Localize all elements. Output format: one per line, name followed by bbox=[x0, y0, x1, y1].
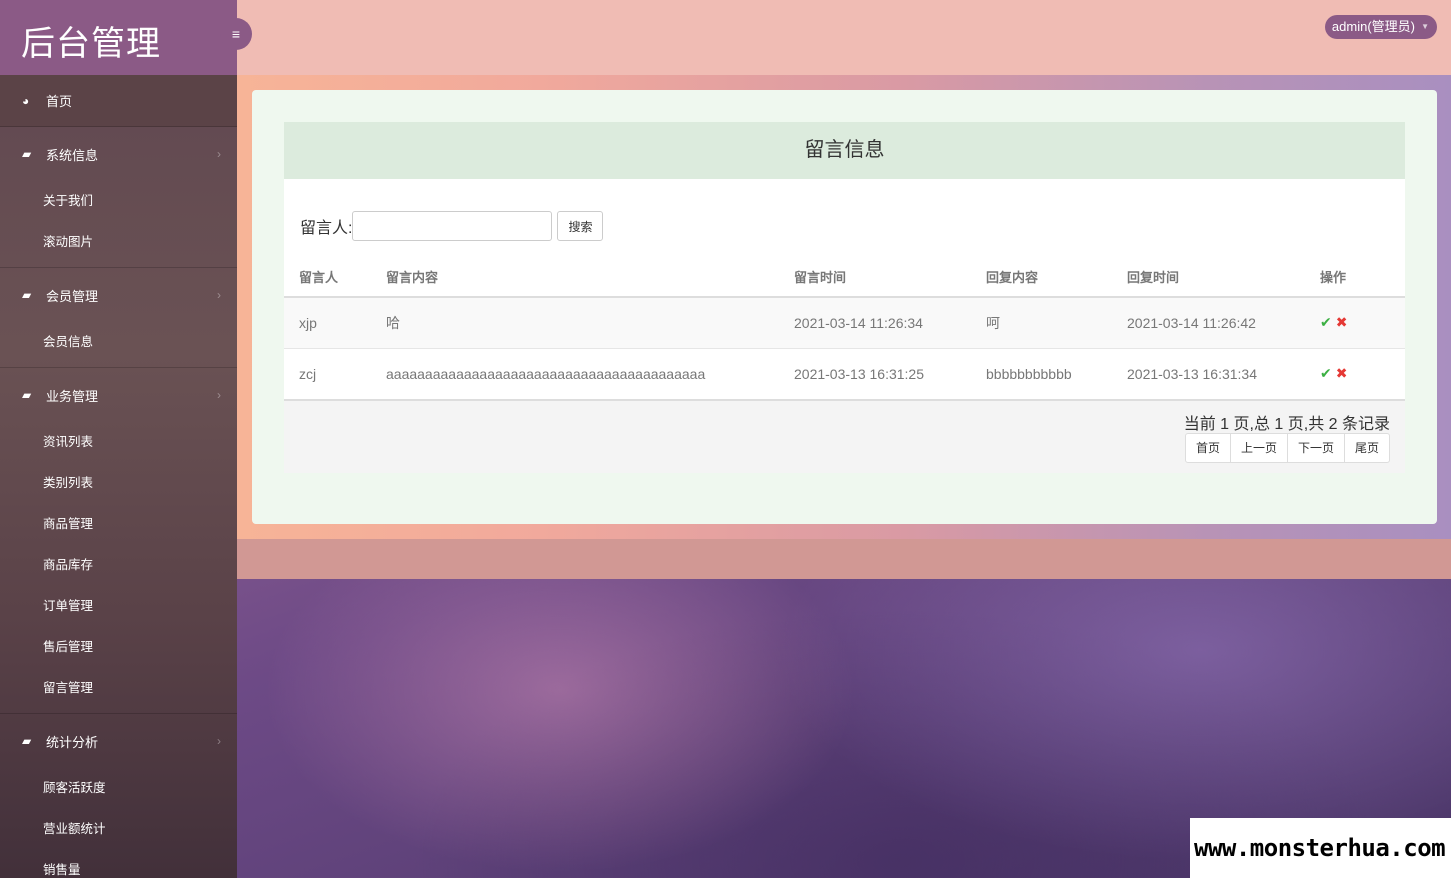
book-icon: ▰ bbox=[22, 288, 32, 302]
col-header-reply-time: 回复时间 bbox=[1112, 257, 1305, 298]
cell-reply: bbbbbbbbbbb bbox=[971, 347, 1112, 399]
pagination-info: 当前 1 页,总 1 页,共 2 条记录 bbox=[1183, 416, 1390, 433]
sidebar-item-orders[interactable]: 订单管理 bbox=[0, 586, 237, 627]
cell-content: 哈 bbox=[371, 296, 779, 348]
sidebar-group-business: ▰ 业务管理 › 资讯列表 类别列表 商品管理 商品库存 订单管理 售后管理 留… bbox=[0, 368, 237, 714]
sidebar-group-head-members[interactable]: ▰ 会员管理 › bbox=[0, 268, 237, 322]
sidebar-item-home[interactable]: ◕ 首页 bbox=[0, 75, 237, 127]
sidebar-item-inventory[interactable]: 商品库存 bbox=[0, 545, 237, 586]
cell-time: 2021-03-13 16:31:25 bbox=[779, 347, 971, 399]
sidebar-item-carousel[interactable]: 滚动图片 bbox=[0, 222, 237, 263]
table-header-row: 留言人 留言内容 留言时间 回复内容 回复时间 操作 bbox=[284, 257, 1405, 298]
sidebar-group-head-business[interactable]: ▰ 业务管理 › bbox=[0, 368, 237, 422]
delete-icon[interactable]: ✖ bbox=[1336, 314, 1348, 330]
table-row: xjp 哈 2021-03-14 11:26:34 呵 2021-03-14 1… bbox=[284, 296, 1405, 348]
card-body: 留言人: 搜索 留言人 留言内容 留言时间 回复内容 回复时间 操作 xjp 哈… bbox=[284, 179, 1405, 399]
message-card: 留言信息 留言人: 搜索 留言人 留言内容 留言时间 回复内容 回复时间 操作 bbox=[284, 122, 1405, 473]
caret-down-icon: ▼ bbox=[1421, 22, 1429, 31]
sidebar-item-news[interactable]: 资讯列表 bbox=[0, 422, 237, 463]
first-page-button[interactable]: 首页 bbox=[1184, 433, 1231, 463]
page-title: 留言信息 bbox=[284, 122, 1405, 179]
sidebar-group-label: 统计分析 bbox=[46, 734, 99, 750]
sidebar-group-label: 会员管理 bbox=[46, 288, 99, 304]
chevron-right-icon: › bbox=[217, 147, 221, 161]
sidebar-item-categories[interactable]: 类别列表 bbox=[0, 463, 237, 504]
table-row: zcj aaaaaaaaaaaaaaaaaaaaaaaaaaaaaaaaaaaa… bbox=[284, 347, 1405, 399]
cell-time: 2021-03-14 11:26:34 bbox=[779, 296, 971, 348]
sidebar-group-stats: ▰ 统计分析 › 顾客活跃度 营业额统计 销售量 bbox=[0, 714, 237, 878]
cell-content: aaaaaaaaaaaaaaaaaaaaaaaaaaaaaaaaaaaaaaaa… bbox=[371, 347, 779, 399]
book-icon: ▰ bbox=[22, 734, 32, 748]
sidebar: 后台管理 ◕ 首页 ▰ 系统信息 › 关于我们 滚动图片 ▰ 会员管理 › 会员… bbox=[0, 0, 237, 878]
top-header: admin(管理员) ▼ bbox=[237, 0, 1451, 75]
search-button[interactable]: 搜索 bbox=[557, 211, 604, 241]
main-panel: 留言信息 留言人: 搜索 留言人 留言内容 留言时间 回复内容 回复时间 操作 bbox=[252, 90, 1437, 524]
sidebar-group-head-stats[interactable]: ▰ 统计分析 › bbox=[0, 714, 237, 768]
check-icon[interactable]: ✔ bbox=[1320, 314, 1332, 330]
app-title: 后台管理 bbox=[21, 24, 161, 64]
sidebar-item-products[interactable]: 商品管理 bbox=[0, 504, 237, 545]
logo: 后台管理 bbox=[0, 0, 237, 75]
hamburger-icon: ≡ bbox=[231, 26, 241, 42]
last-page-button[interactable]: 尾页 bbox=[1343, 433, 1390, 463]
cell-reply-time: 2021-03-14 11:26:42 bbox=[1112, 296, 1305, 348]
sidebar-group-head-system[interactable]: ▰ 系统信息 › bbox=[0, 127, 237, 181]
watermark: www.monsterhua.com bbox=[1190, 818, 1451, 878]
search-input[interactable] bbox=[352, 211, 553, 241]
menu-toggle-button[interactable]: ≡ bbox=[220, 18, 252, 50]
col-header-actions: 操作 bbox=[1305, 257, 1405, 298]
cell-actions: ✔ ✖ bbox=[1305, 296, 1405, 348]
user-name: admin(管理员) bbox=[1331, 19, 1415, 34]
prev-page-button[interactable]: 上一页 bbox=[1229, 433, 1288, 463]
cell-reply-time: 2021-03-13 16:31:34 bbox=[1112, 347, 1305, 399]
chevron-right-icon: › bbox=[217, 734, 221, 748]
sidebar-group-label: 业务管理 bbox=[46, 388, 99, 404]
sidebar-item-messages[interactable]: 留言管理 bbox=[0, 668, 237, 709]
dashboard-icon: ◕ bbox=[22, 93, 30, 108]
delete-icon[interactable]: ✖ bbox=[1336, 365, 1348, 381]
sidebar-item-after-sales[interactable]: 售后管理 bbox=[0, 627, 237, 668]
col-header-time: 留言时间 bbox=[779, 257, 971, 298]
book-icon: ▰ bbox=[22, 147, 32, 161]
chevron-right-icon: › bbox=[217, 388, 221, 402]
sidebar-item-sales[interactable]: 销售量 bbox=[0, 850, 237, 878]
col-header-content: 留言内容 bbox=[371, 257, 779, 298]
sidebar-item-revenue[interactable]: 营业额统计 bbox=[0, 809, 237, 850]
cell-user: xjp bbox=[284, 296, 371, 348]
sidebar-group-label: 系统信息 bbox=[46, 147, 99, 163]
next-page-button[interactable]: 下一页 bbox=[1286, 433, 1345, 463]
sidebar-item-member-info[interactable]: 会员信息 bbox=[0, 322, 237, 363]
cell-reply: 呵 bbox=[971, 296, 1112, 348]
book-icon: ▰ bbox=[22, 388, 32, 402]
col-header-user: 留言人 bbox=[284, 257, 371, 298]
pagination-buttons: 首页 上一页 下一页 尾页 bbox=[1184, 433, 1390, 463]
search-row: 留言人: 搜索 bbox=[284, 179, 1405, 257]
col-header-reply: 回复内容 bbox=[971, 257, 1112, 298]
cell-user: zcj bbox=[284, 347, 371, 399]
sidebar-group-system: ▰ 系统信息 › 关于我们 滚动图片 bbox=[0, 127, 237, 268]
user-menu-button[interactable]: admin(管理员) ▼ bbox=[1324, 15, 1437, 39]
sidebar-item-label: 首页 bbox=[46, 94, 73, 109]
search-label: 留言人: bbox=[300, 220, 353, 237]
pagination: 当前 1 页,总 1 页,共 2 条记录 首页 上一页 下一页 尾页 bbox=[284, 399, 1405, 473]
sidebar-item-activity[interactable]: 顾客活跃度 bbox=[0, 768, 237, 809]
content-band-bottom bbox=[237, 539, 1451, 579]
cell-actions: ✔ ✖ bbox=[1305, 347, 1405, 399]
chevron-right-icon: › bbox=[217, 288, 221, 302]
sidebar-item-about[interactable]: 关于我们 bbox=[0, 181, 237, 222]
message-table: 留言人 留言内容 留言时间 回复内容 回复时间 操作 xjp 哈 2021-03… bbox=[284, 257, 1405, 399]
sidebar-group-members: ▰ 会员管理 › 会员信息 bbox=[0, 268, 237, 368]
check-icon[interactable]: ✔ bbox=[1320, 365, 1332, 381]
